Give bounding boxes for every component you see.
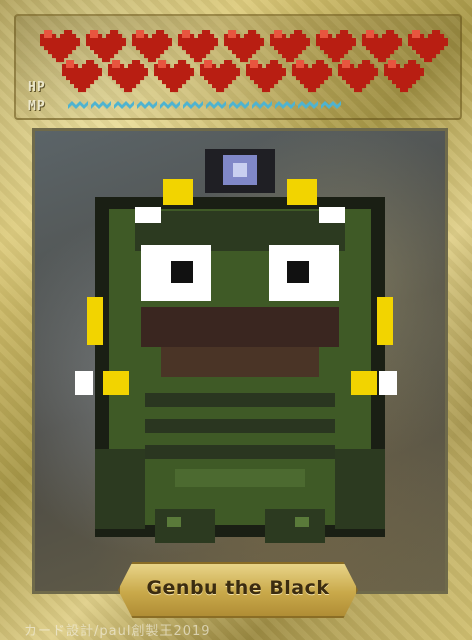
trading-card: HP MP Genbu the Black カード設計/paul創製王2019 [0,0,472,640]
heart-icon [338,60,378,93]
heart-icon [246,60,286,93]
mp-pip-icon [229,101,249,109]
mp-pip-icon [206,101,226,109]
heart-icon [154,60,194,93]
mp-pip-icon [114,101,134,109]
card-name: Genbu the Black [146,577,330,599]
mp-pip-icon [275,101,295,109]
mp-pip-icon [91,101,111,109]
genbu-sprite [75,149,397,543]
heart-icon [108,60,148,93]
heart-icon [200,60,240,93]
mp-pip-icon [183,101,203,109]
mp-pip-icon [137,101,157,109]
hp-label: HP [28,80,46,95]
mp-pip-icon [68,101,88,109]
hp-hearts-row-2 [62,60,424,96]
mp-gauge [68,99,341,109]
mp-label: MP [28,99,46,114]
heart-icon [62,60,102,93]
credit-text: カード設計/paul創製王2019 [24,624,211,639]
mp-pip-icon [252,101,272,109]
name-plate: Genbu the Black [118,562,358,618]
heart-icon [292,60,332,93]
heart-icon [384,60,424,93]
portrait-frame [32,128,448,594]
mp-pip-icon [321,101,341,109]
mp-pip-icon [298,101,318,109]
mp-pip-icon [160,101,180,109]
